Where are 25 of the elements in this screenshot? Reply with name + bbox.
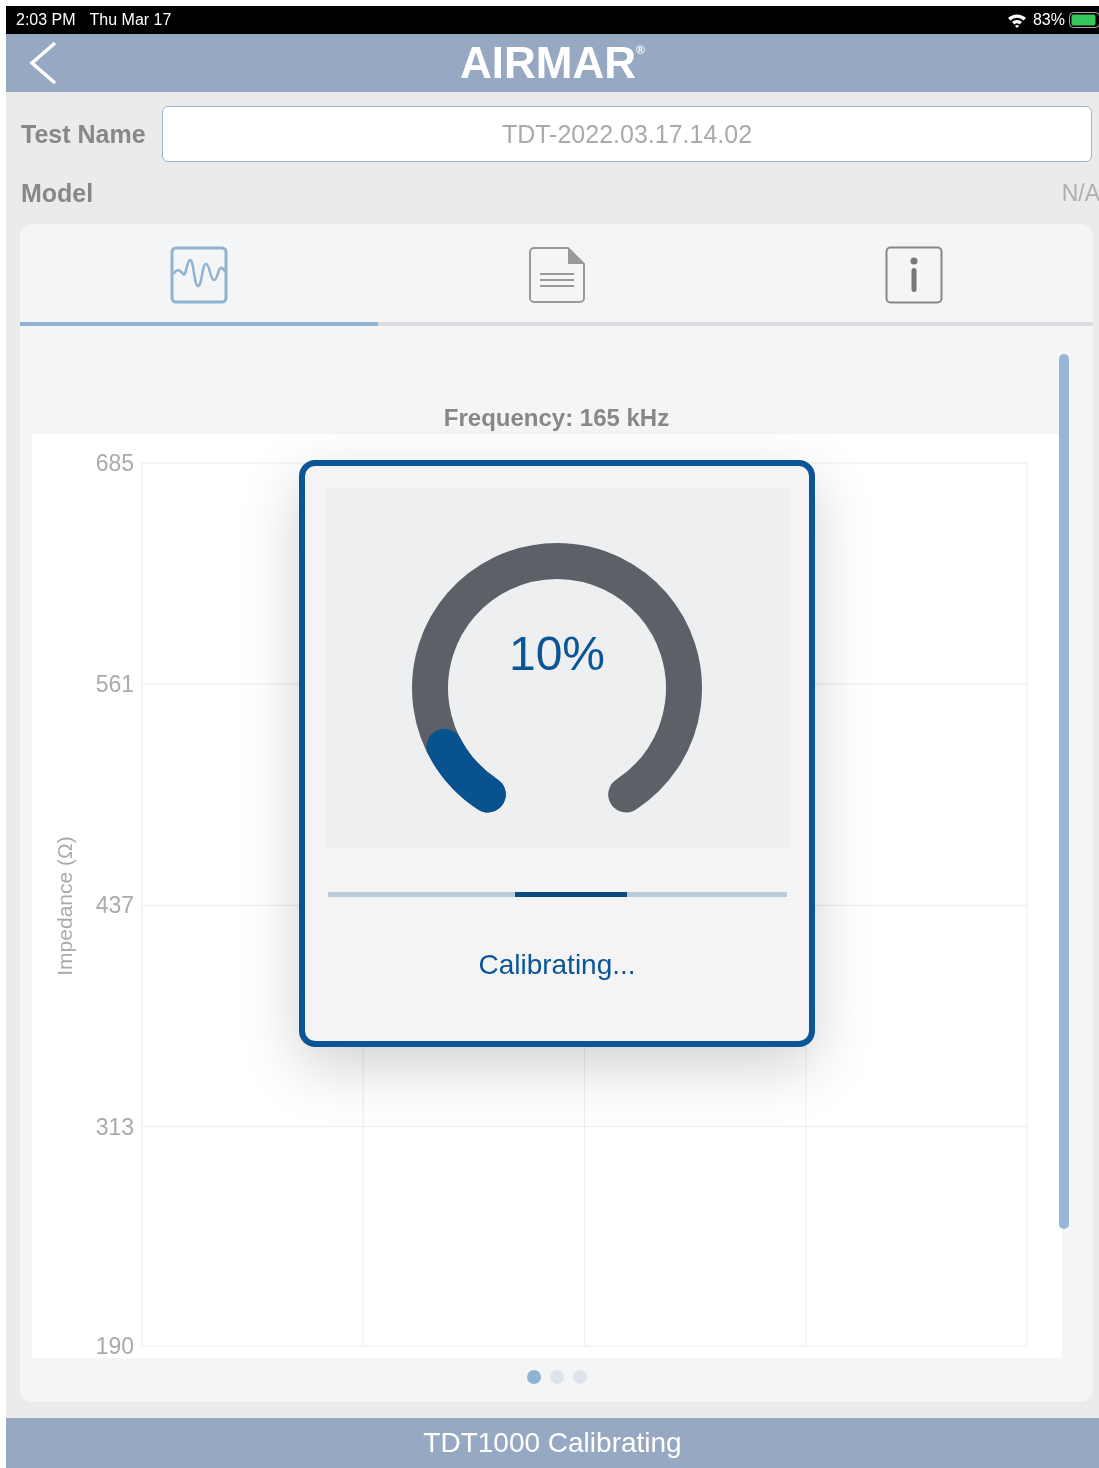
- document-icon: [527, 246, 586, 304]
- progress-percent: 10%: [508, 625, 606, 681]
- status-time: 2:03 PM: [16, 11, 76, 29]
- field-label: Test Name: [21, 119, 147, 149]
- test-name-field[interactable]: TDT-2022.03.17.14.02: [162, 106, 1092, 162]
- y-tick-label: 437: [95, 892, 134, 919]
- y-axis-label: Impedance (Ω): [52, 836, 76, 976]
- field-label: Model: [21, 178, 95, 208]
- battery-percent: 83%: [1032, 11, 1065, 29]
- y-tick-label: 561: [95, 671, 134, 698]
- status-date: Thu Mar 17: [89, 11, 172, 29]
- waveform-icon: [169, 246, 228, 304]
- battery-icon: [1069, 12, 1099, 28]
- wifi-icon: [1006, 12, 1027, 28]
- logo: AIRMAR$^{®}$: [460, 38, 645, 88]
- info-icon: [885, 246, 944, 304]
- chart-title: Frequency: 165 kHz: [443, 404, 670, 433]
- back-icon[interactable]: [28, 41, 58, 85]
- dialog-message: Calibrating...: [478, 949, 636, 981]
- scrollbar[interactable]: [1059, 354, 1069, 1229]
- footer-status: TDT1000 Calibrating: [423, 1427, 682, 1459]
- y-tick-label: 190: [95, 1333, 134, 1358]
- y-tick-label: 313: [95, 1113, 134, 1140]
- page-dot[interactable]: [526, 1370, 541, 1384]
- y-tick-label: 685: [95, 450, 134, 476]
